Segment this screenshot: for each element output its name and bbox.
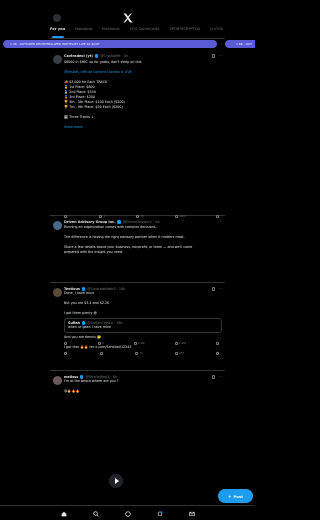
post-header: Driven Advisory Group Inc. @DrivenAdviso… bbox=[64, 220, 222, 224]
ticker-text-secondary: 1.8K · OUT bbox=[236, 41, 252, 46]
top-bar bbox=[0, 0, 255, 30]
share-button[interactable] bbox=[216, 351, 220, 355]
author-handle[interactable]: @DrivenAdvisory · Ad bbox=[123, 220, 160, 224]
author-handle[interactable]: @CryptoMH · 3h bbox=[100, 54, 128, 58]
author-name[interactable]: Driven Advisory Group Inc. bbox=[64, 220, 115, 224]
tab-sportscrypto[interactable]: SPORTSCRYPTO4 bbox=[169, 27, 199, 35]
share-button[interactable] bbox=[215, 341, 220, 345]
repost-button[interactable] bbox=[99, 351, 104, 355]
avatar[interactable] bbox=[53, 221, 62, 230]
post-header: Cavtradeol (yt) @CryptoMH · 3h bbox=[64, 54, 222, 58]
post-item[interactable]: ··· Textious @CavtradeWeb3 · 16h Done, I… bbox=[50, 283, 225, 371]
post-body: Running an organization comes with compl… bbox=[64, 225, 222, 255]
tabs-divider bbox=[50, 38, 225, 39]
tab-following[interactable]: Following bbox=[75, 27, 92, 35]
post-body: $8000 in $MIC up for grabs, don't sleep … bbox=[64, 60, 222, 130]
play-icon bbox=[115, 478, 119, 484]
views-button[interactable]: 957 bbox=[174, 351, 184, 355]
tab-for-you[interactable]: For you bbox=[50, 27, 65, 35]
post-item[interactable]: ··· Cavtradeol (yt) @CryptoMH · 3h $8000… bbox=[50, 50, 225, 218]
home-icon[interactable] bbox=[61, 511, 67, 517]
quote-text: when ur gaan i have mine bbox=[68, 325, 112, 329]
share-icon bbox=[215, 341, 219, 345]
author-name[interactable]: Cavtradeol (yt) bbox=[64, 54, 93, 58]
like-button[interactable]: 1.4K bbox=[133, 341, 145, 345]
tab-crytok[interactable]: CryTOk bbox=[210, 27, 223, 35]
avatar[interactable] bbox=[53, 376, 62, 385]
bottom-nav bbox=[0, 505, 255, 520]
plus-icon: + bbox=[228, 493, 232, 499]
post-item[interactable]: ··· melisss @StrellaWeb3 · 8h I'm at the… bbox=[50, 371, 225, 513]
post-item[interactable]: ··· Driven Advisory Group Inc. @DrivenAd… bbox=[50, 216, 225, 283]
share-icon bbox=[216, 351, 219, 355]
grok-icon[interactable] bbox=[125, 511, 131, 517]
avatar[interactable] bbox=[53, 55, 62, 64]
more-icon[interactable]: ··· bbox=[219, 220, 222, 224]
post-body: Done, I have mine But you are $3.4 and $… bbox=[64, 291, 222, 355]
post-button-label: Post bbox=[233, 493, 243, 499]
post-text: I got ther 🔥🔥 ter x.com/Sentinel/12345 bbox=[64, 345, 132, 349]
more-icon[interactable]: ··· bbox=[219, 375, 222, 379]
ticker-text: 1.3K · OUTSIDER DECENTRALIZED WHITELIST … bbox=[10, 41, 100, 46]
heart-icon bbox=[135, 351, 139, 355]
more-icon[interactable]: ··· bbox=[219, 54, 222, 58]
reply-icon bbox=[64, 351, 67, 355]
post-actions: 71 957 bbox=[64, 351, 222, 355]
reply-button[interactable] bbox=[64, 351, 68, 355]
verified-icon bbox=[94, 54, 99, 58]
tab-ygg-community[interactable]: YGG Community bbox=[130, 27, 160, 35]
verified-icon bbox=[117, 220, 121, 224]
profile-avatar[interactable] bbox=[53, 14, 61, 22]
search-icon[interactable] bbox=[93, 511, 99, 517]
post-button[interactable]: + Post bbox=[218, 489, 253, 503]
notifications-icon[interactable] bbox=[157, 511, 163, 517]
like-button[interactable]: 71 bbox=[135, 351, 143, 355]
views-icon bbox=[174, 341, 178, 345]
avatar[interactable] bbox=[53, 288, 62, 297]
tab-electronic[interactable]: Electronic bbox=[102, 27, 120, 35]
quoted-post[interactable]: Sufiah @SufiahCrypto · 16h when ur gaan … bbox=[64, 318, 222, 333]
grok-icon[interactable] bbox=[211, 54, 215, 58]
more-icon[interactable]: ··· bbox=[219, 287, 222, 291]
messages-icon[interactable] bbox=[189, 511, 195, 517]
post-text: prepared with the insight you need. bbox=[64, 250, 124, 254]
post-text: And you are dennis 🤔 bbox=[64, 335, 102, 339]
timeline-feed: ··· Cavtradeol (yt) @CryptoMH · 3h $8000… bbox=[50, 50, 225, 513]
ticker-banner[interactable]: 1.3K · OUTSIDER DECENTRALIZED WHITELIST … bbox=[0, 40, 255, 48]
views-icon bbox=[174, 351, 178, 355]
post-text: I got them plenty 😅 bbox=[64, 311, 97, 315]
video-player[interactable] bbox=[64, 394, 222, 510]
x-logo-icon[interactable] bbox=[122, 12, 134, 24]
repost-icon bbox=[99, 351, 103, 355]
grok-icon[interactable] bbox=[211, 287, 215, 291]
timeline-tabs: For you Following Electronic YGG Communi… bbox=[50, 27, 225, 35]
heart-icon bbox=[133, 341, 137, 345]
show-more-link[interactable]: Show more bbox=[64, 125, 222, 130]
grok-icon[interactable] bbox=[211, 375, 215, 379]
views-button[interactable]: 7.4M bbox=[174, 341, 186, 345]
